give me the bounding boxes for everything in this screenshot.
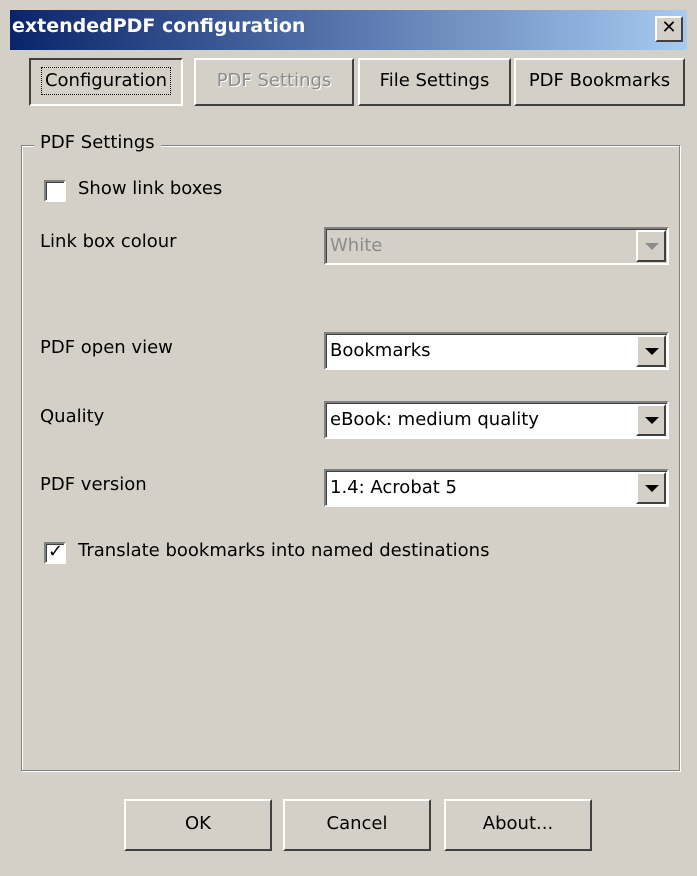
translate-bookmarks-checkbox[interactable]: ✓ [44,541,66,564]
quality-value: eBook: medium quality [330,409,539,430]
ok-button[interactable]: OK [124,799,272,851]
pdf-open-view-select[interactable]: Bookmarks [324,332,669,370]
about-button[interactable]: About... [444,799,592,851]
checkmark-icon: ✓ [48,541,64,562]
chevron-down-icon [645,243,659,250]
tab-configuration-label: Configuration [40,67,172,95]
chevron-down-icon [645,485,659,492]
link-box-colour-value: White [330,235,383,256]
quality-select[interactable]: eBook: medium quality [324,401,669,439]
tab-configuration[interactable]: Configuration [29,58,183,106]
pdf-open-view-value: Bookmarks [330,340,431,361]
translate-bookmarks-label[interactable]: Translate bookmarks into named destinati… [78,540,489,561]
cancel-button-label: Cancel [326,813,388,834]
pdf-open-view-dropdown-button[interactable] [636,335,666,367]
tab-file-settings[interactable]: File Settings [358,58,511,106]
link-box-colour-dropdown-button[interactable] [636,230,666,262]
pdf-version-select[interactable]: 1.4: Acrobat 5 [324,469,669,507]
tab-pdf-bookmarks-label: PDF Bookmarks [528,70,671,91]
ok-button-label: OK [185,813,211,834]
pdf-open-view-label: PDF open view [40,337,173,358]
cancel-button[interactable]: Cancel [283,799,431,851]
pdf-version-label: PDF version [40,474,147,495]
link-box-colour-select[interactable]: White [324,227,669,265]
close-button[interactable]: ✕ [655,16,683,42]
title-bar[interactable]: extendedPDF configuration ✕ [10,10,687,50]
quality-dropdown-button[interactable] [636,404,666,436]
chevron-down-icon [645,348,659,355]
tab-pdf-settings-label: PDF Settings [216,70,332,91]
tab-pdf-settings[interactable]: PDF Settings [194,58,354,106]
show-link-boxes-checkbox[interactable] [44,180,66,202]
show-link-boxes-label[interactable]: Show link boxes [78,178,222,199]
pdf-version-dropdown-button[interactable] [636,472,666,504]
about-button-label: About... [482,813,554,834]
window-title: extendedPDF configuration [12,15,306,37]
close-icon: ✕ [661,17,677,38]
link-box-colour-label: Link box colour [40,231,177,252]
tab-pdf-bookmarks[interactable]: PDF Bookmarks [514,58,685,106]
pdf-version-value: 1.4: Acrobat 5 [330,477,458,498]
group-title: PDF Settings [34,132,161,153]
dialog-window: extendedPDF configuration ✕ Configuratio… [0,0,697,876]
chevron-down-icon [645,417,659,424]
quality-label: Quality [40,406,105,427]
tab-file-settings-label: File Settings [379,70,490,91]
